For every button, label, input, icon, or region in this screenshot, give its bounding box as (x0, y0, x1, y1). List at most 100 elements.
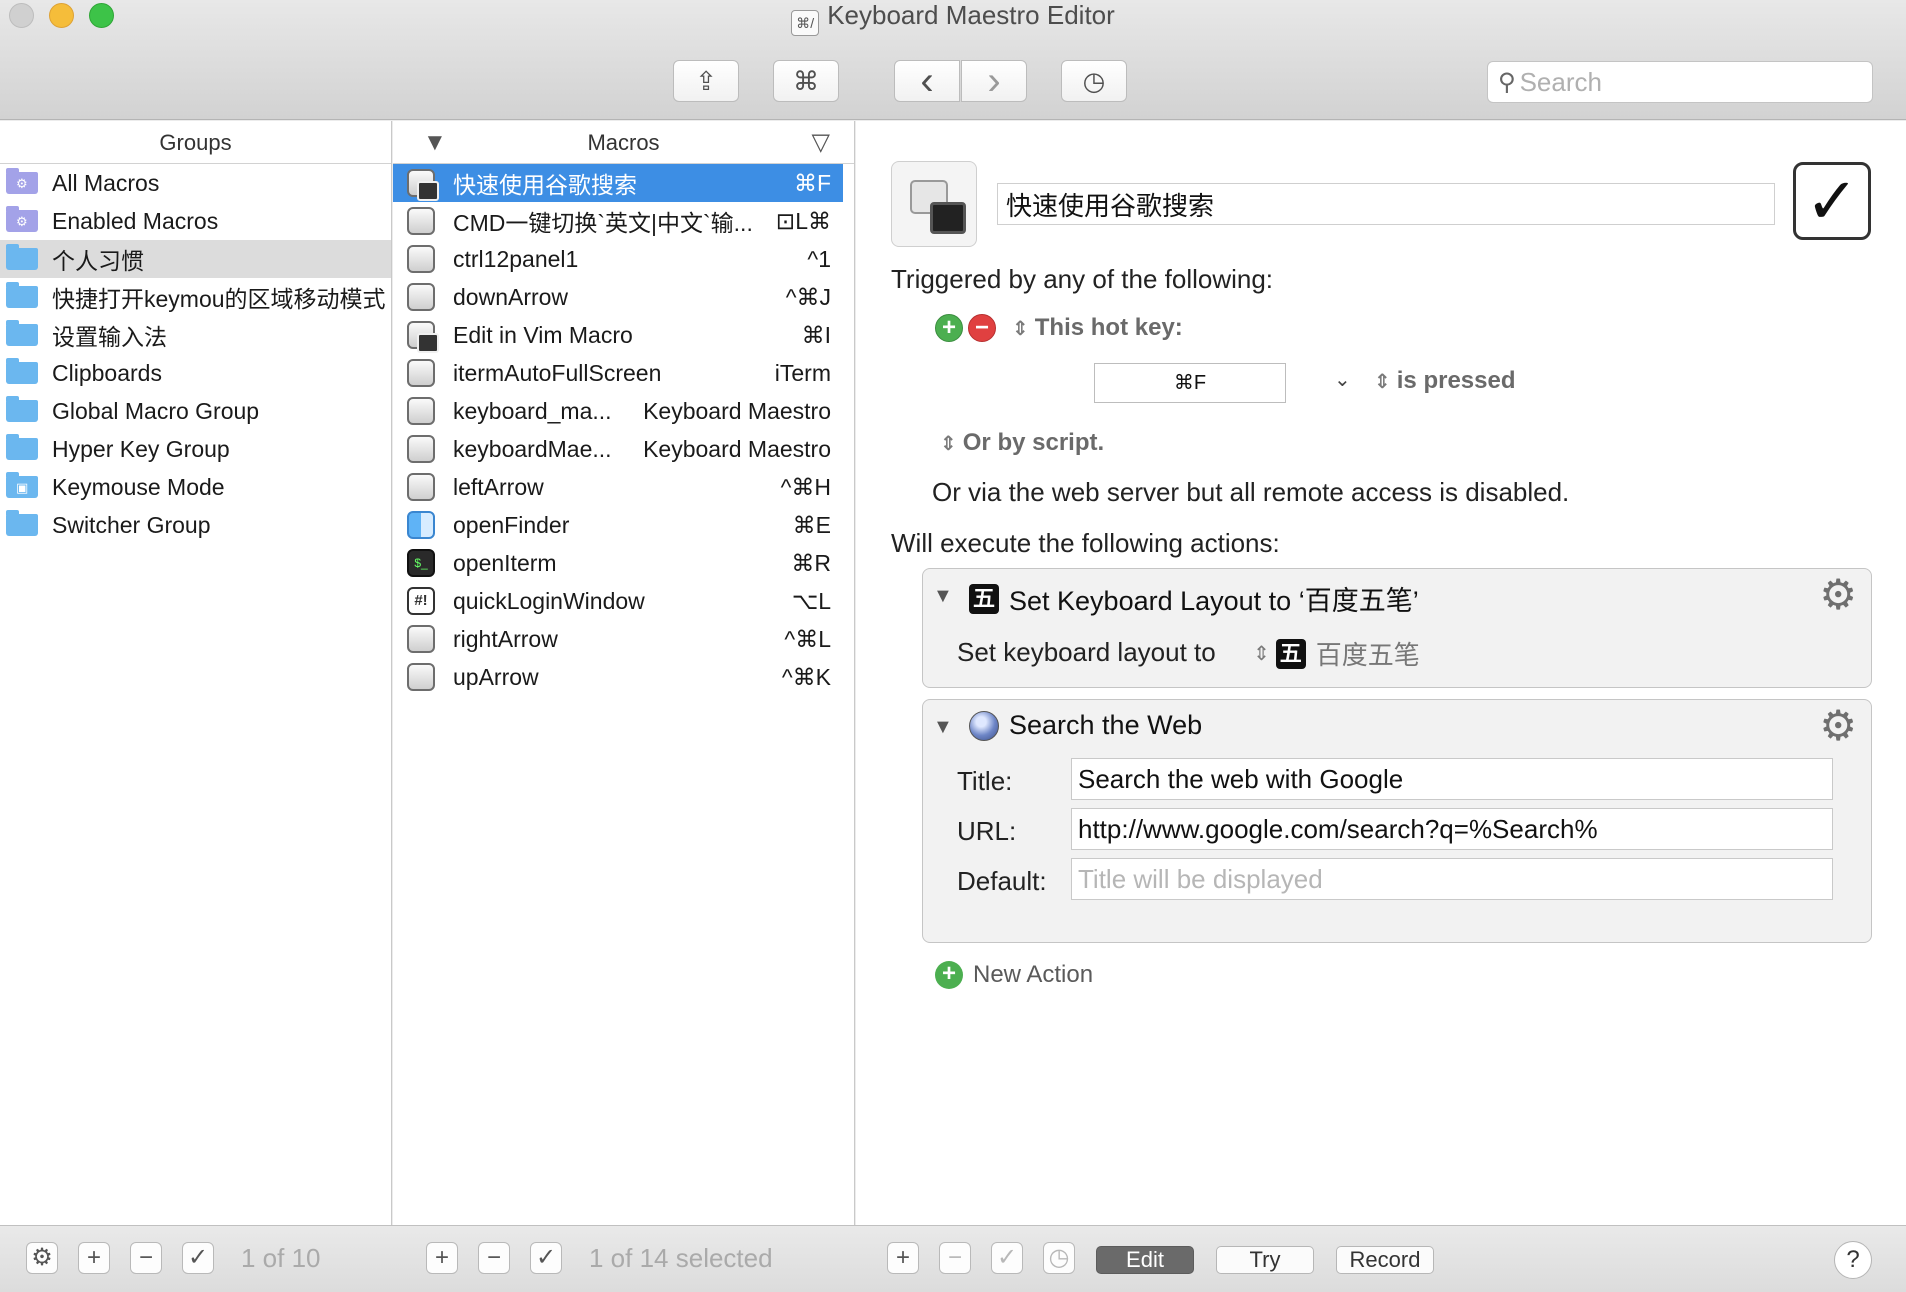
enable-action-button[interactable]: ✓ (991, 1242, 1023, 1274)
macros-header-label: Macros (587, 130, 660, 155)
macro-row[interactable]: leftArrow ^⌘H (393, 468, 843, 506)
disclosure-triangle-icon[interactable]: ▼ (933, 585, 953, 608)
macro-key-icon (407, 473, 435, 501)
macro-key-icon (407, 359, 435, 387)
plus-icon: + (895, 1244, 910, 1271)
keyboard-layout-popup[interactable]: ⇕ 五 百度五笔 (1253, 635, 1420, 672)
macros-column-header[interactable]: ▼ Macros ▽ (393, 121, 854, 164)
hotkey-condition-popup[interactable]: ⇕ is pressed (1374, 367, 1516, 395)
group-row[interactable]: ⚙ All Macros (0, 164, 391, 202)
macro-name-field[interactable] (997, 183, 1775, 225)
help-button[interactable]: ? (1834, 1241, 1872, 1279)
remove-macro-button[interactable]: − (478, 1242, 510, 1274)
gear-icon[interactable]: ⚙ (1819, 573, 1857, 617)
clock-icon: ◷ (1082, 65, 1106, 96)
macro-key-icon (407, 663, 435, 691)
macro-row[interactable]: #! quickLoginWindow ⌥L (393, 582, 843, 620)
macro-row[interactable]: Edit in Vim Macro ⌘I (393, 316, 843, 354)
macro-key-icon (407, 625, 435, 653)
filter-triangle-icon[interactable]: ▽ (812, 121, 830, 164)
folder-badge-icon: ▣ (16, 480, 29, 495)
macro-icon[interactable] (891, 161, 977, 247)
or-by-script-popup[interactable]: ⇕ Or by script. (940, 429, 1104, 457)
group-label: Hyper Key Group (52, 435, 230, 462)
add-trigger-button[interactable]: + (935, 314, 963, 342)
window-title-text: Keyboard Maestro Editor (827, 0, 1115, 30)
plus-icon: + (935, 961, 963, 989)
remove-group-button[interactable]: − (130, 1242, 162, 1274)
folder-icon (6, 510, 38, 536)
action-search-the-web[interactable]: ▼ Search the Web ⚙ Title: URL: Default: (922, 699, 1872, 943)
add-group-button[interactable]: + (78, 1242, 110, 1274)
macro-name: upArrow (453, 663, 539, 690)
command-button[interactable]: ⌘ (773, 60, 839, 102)
folder-icon (6, 282, 38, 308)
group-row[interactable]: Global Macro Group (0, 392, 391, 430)
script-icon: #! (407, 587, 435, 615)
updown-arrows-icon: ⇕ (1012, 318, 1029, 340)
share-button[interactable]: ⇪ (673, 60, 739, 102)
folder-icon (6, 358, 38, 384)
search-field[interactable]: ⚲ (1487, 61, 1873, 103)
macro-row[interactable]: itermAutoFullScreen iTerm (393, 354, 843, 392)
group-row[interactable]: ▣ Keymouse Mode (0, 468, 391, 506)
gear-icon[interactable]: ⚙ (1819, 704, 1857, 748)
group-row[interactable]: 快捷打开keymou的区域移动模式 (0, 278, 391, 316)
add-action-button[interactable]: + (887, 1242, 919, 1274)
history-button[interactable]: ◷ (1061, 60, 1127, 102)
macro-row[interactable]: 快速使用谷歌搜索 ⌘F (393, 164, 843, 202)
group-label: Clipboards (52, 359, 162, 386)
trigger-type-popup[interactable]: ⇕ This hot key: (1012, 314, 1183, 342)
forward-button[interactable]: › (961, 60, 1027, 102)
enable-macro-button[interactable]: ✓ (530, 1242, 562, 1274)
url-input[interactable] (1071, 808, 1833, 850)
macro-row[interactable]: $_ openIterm ⌘R (393, 544, 843, 582)
url-field-label: URL: (957, 816, 1017, 846)
macro-row[interactable]: ctrl12panel1 ^1 (393, 240, 843, 278)
terminal-icon: $_ (407, 549, 435, 577)
remove-action-button[interactable]: − (939, 1242, 971, 1274)
macro-trigger: ^⌘H (780, 473, 831, 500)
action-history-button[interactable]: ◷ (1043, 1242, 1075, 1274)
remove-trigger-button[interactable]: − (968, 314, 996, 342)
back-button[interactable]: ‹ (894, 60, 960, 102)
group-label: All Macros (52, 169, 160, 196)
add-macro-button[interactable]: + (426, 1242, 458, 1274)
sort-triangle-icon[interactable]: ▼ (423, 121, 447, 164)
try-button[interactable]: Try (1216, 1246, 1314, 1274)
macro-row[interactable]: openFinder ⌘E (393, 506, 843, 544)
macro-row[interactable]: rightArrow ^⌘L (393, 620, 843, 658)
group-row[interactable]: ⚙ Enabled Macros (0, 202, 391, 240)
title-input[interactable] (1071, 758, 1833, 800)
group-row[interactable]: Switcher Group (0, 506, 391, 544)
macro-row[interactable]: upArrow ^⌘K (393, 658, 843, 696)
action-set-keyboard-layout[interactable]: ▼ 五 Set Keyboard Layout to ‘百度五笔’ ⚙ Set k… (922, 568, 1872, 688)
macro-trigger: iTerm (774, 359, 831, 386)
disclosure-triangle-icon[interactable]: ▼ (933, 716, 953, 739)
groups-column-header[interactable]: Groups (0, 121, 391, 164)
macro-row[interactable]: CMD一键切换`英文|中文`输... ⊡L⌘ (393, 202, 843, 240)
wubi-input-icon: 五 (969, 583, 999, 614)
record-button[interactable]: Record (1336, 1246, 1434, 1274)
hotkey-field[interactable]: ⌘F (1094, 363, 1286, 403)
macro-key-icon (407, 207, 435, 235)
chevron-down-icon[interactable]: ⌄ (1334, 367, 1351, 392)
macro-key-icon (407, 435, 435, 463)
enable-group-button[interactable]: ✓ (182, 1242, 214, 1274)
group-row[interactable]: 设置输入法 (0, 316, 391, 354)
group-settings-button[interactable]: ⚙ (26, 1242, 58, 1274)
edit-button[interactable]: Edit (1096, 1246, 1194, 1274)
macro-trigger: ⌘E (792, 511, 831, 538)
macro-enabled-checkbox[interactable]: ✓ (1793, 162, 1871, 240)
macro-row[interactable]: downArrow ^⌘J (393, 278, 843, 316)
macro-row[interactable]: keyboard_ma... Keyboard Maestro (393, 392, 843, 430)
macro-row[interactable]: keyboardMae... Keyboard Maestro (393, 430, 843, 468)
group-row[interactable]: Hyper Key Group (0, 430, 391, 468)
search-input[interactable] (1519, 66, 1830, 98)
new-action-button[interactable]: + New Action (935, 961, 1093, 989)
group-row[interactable]: 个人习惯 (0, 240, 391, 278)
default-input[interactable] (1071, 858, 1833, 900)
macros-list: 快速使用谷歌搜索 ⌘F CMD一键切换`英文|中文`输... ⊡L⌘ ctrl12pan… (393, 164, 854, 696)
group-row[interactable]: Clipboards (0, 354, 391, 392)
window-title: ⌘/ Keyboard Maestro Editor (0, 0, 1906, 36)
